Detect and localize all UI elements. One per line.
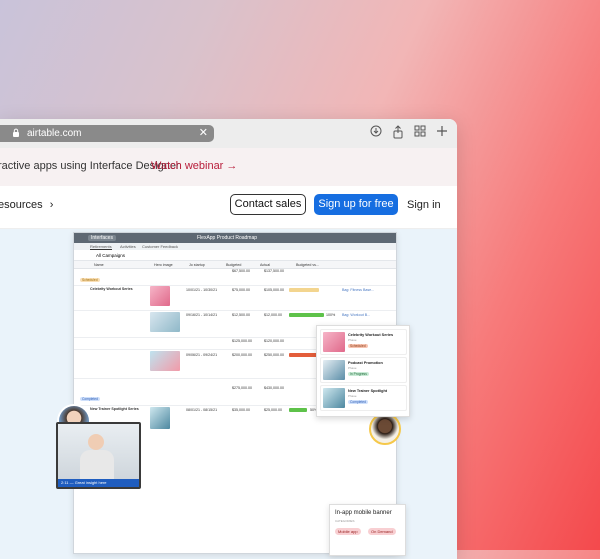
view-bar: All Campaigns: [74, 250, 396, 261]
sign-in-link[interactable]: Sign in: [407, 199, 441, 211]
url-text: airtable.com: [27, 128, 82, 139]
kanban-card-image: [323, 388, 345, 408]
site-nav: esources › Contact sales Sign up for fre…: [0, 186, 457, 229]
group-completed: Completed: [80, 397, 100, 401]
share-icon[interactable]: [390, 125, 406, 141]
grid-header: Name Hero image Jo startup Budgeted Actu…: [74, 261, 396, 269]
video-caption: 2:11 — Great insight here: [58, 479, 139, 487]
row-budgeted: $200,000.00: [232, 353, 252, 357]
status-badge: Completed: [348, 400, 368, 404]
tabs-overview-icon[interactable]: [412, 125, 428, 141]
row-budgeted: $35,000.00: [232, 408, 250, 412]
app-tabs: Retirements Activities Customer Feedback: [74, 243, 396, 250]
lock-icon: [13, 128, 19, 137]
subtotal-actual: $137,500.00: [264, 269, 284, 273]
row-dates: 09/16/21 - 10/14/21: [186, 313, 218, 317]
row-pct: 100%: [326, 313, 336, 317]
download-icon[interactable]: [368, 125, 384, 141]
budget-bar: [289, 313, 324, 317]
kanban-panel: Celebrity Workout Series Phase Scheduled…: [316, 325, 410, 417]
budget-bar: [289, 408, 307, 412]
popup-title: In-app mobile banner: [335, 510, 392, 516]
row-budgeted: $12,500.00: [232, 313, 250, 317]
app-title: FlexApp Product Roadmap: [197, 235, 258, 241]
row-actual: $105,000.00: [264, 288, 284, 292]
tab-activities: Activities: [120, 244, 136, 249]
row-dates: 09/06/21 - 09/24/21: [186, 353, 218, 357]
budget-bar: [289, 288, 319, 292]
tab-customer-feedback: Customer Feedback: [142, 244, 179, 249]
row-budgeted: $75,000.00: [232, 288, 250, 292]
kanban-card-sub: Phase: [348, 394, 357, 398]
col-actual: Actual: [260, 263, 270, 267]
row-hero-image: [150, 407, 170, 429]
new-tab-icon[interactable]: [434, 125, 450, 141]
popup-subtitle: CATEGORIES: [335, 519, 355, 523]
row-name: New Trainer Spotlight Series: [90, 407, 139, 411]
presenter-body: [80, 450, 114, 479]
subtotal-actual: $120,000.00: [264, 339, 284, 343]
browser-toolbar: airtable.com ✕: [0, 119, 457, 149]
nav-resources[interactable]: esources ›: [0, 199, 53, 211]
kanban-card-sub: Phase: [348, 338, 357, 342]
col-startup: Jo startup: [189, 263, 205, 267]
interfaces-badge: Interfaces: [88, 235, 116, 241]
row-name: Celebrity Workout Series: [90, 287, 133, 291]
video-call-preview: 2:11 — Great insight here: [56, 422, 141, 489]
watch-webinar-link[interactable]: Watch webinar →: [151, 160, 237, 172]
url-bar[interactable]: airtable.com ✕: [0, 125, 214, 142]
row-hero-image: [150, 286, 170, 306]
kanban-card: Podcast Promotion Phase In Progress: [320, 357, 407, 383]
row-link: Bag: Workout B...: [342, 313, 371, 317]
col-budgeted: Budgeted: [226, 263, 242, 267]
row-hero-image: [150, 351, 180, 371]
contact-sales-button[interactable]: Contact sales: [230, 194, 306, 215]
kanban-card-sub: Phase: [348, 366, 357, 370]
chevron-right-icon: ›: [49, 199, 54, 211]
view-name: All Campaigns: [96, 253, 126, 258]
popup-tag: On Demand: [368, 528, 396, 535]
announcement-bar: ractive apps using Interface Designer Wa…: [0, 148, 457, 187]
row-link: Bag: Fitness Base...: [342, 288, 375, 292]
kanban-card-title: New Trainer Spotlight: [348, 389, 388, 393]
popup-tag: Mobile app: [335, 528, 361, 535]
row-actual: $25,000.00: [264, 408, 282, 412]
subtotal-actual: $430,000.00: [264, 386, 284, 390]
subtotal-budgeted: $275,000.00: [232, 386, 252, 390]
kanban-card-image: [323, 360, 345, 380]
group-scheduled: Scheduled: [80, 278, 100, 282]
record-popup: In-app mobile banner CATEGORIES Mobile a…: [329, 504, 406, 556]
kanban-card-title: Podcast Promotion: [348, 361, 383, 365]
kanban-card: Celebrity Workout Series Phase Scheduled: [320, 329, 407, 355]
presenter-head: [88, 434, 104, 450]
row-actual: $250,000.00: [264, 353, 284, 357]
row-dates: 08/01/21 - 08/15/21: [186, 408, 218, 412]
row-hero-image: [150, 312, 180, 332]
kanban-card-image: [323, 332, 345, 352]
col-budget-vs: Budgeted vs...: [296, 263, 319, 267]
col-name: Name: [94, 263, 104, 267]
nav-resources-label: esources: [0, 199, 43, 211]
col-hero: Hero image: [154, 263, 173, 267]
kanban-card-title: Celebrity Workout Series: [348, 333, 394, 337]
close-icon[interactable]: ✕: [199, 126, 208, 139]
status-badge: In Progress: [348, 372, 369, 376]
sign-up-button[interactable]: Sign up for free: [314, 194, 398, 215]
row-actual: $12,000.00: [264, 313, 282, 317]
subtotal-budgeted: $125,000.00: [232, 339, 252, 343]
status-badge: Scheduled: [348, 344, 368, 348]
row-dates: 10/01/21 - 10/30/21: [186, 288, 218, 292]
subtotal-budgeted: $67,500.00: [232, 269, 250, 273]
app-header: Interfaces FlexApp Product Roadmap: [74, 233, 396, 243]
kanban-card: New Trainer Spotlight Phase Completed: [320, 385, 407, 411]
avatar: [369, 413, 401, 445]
